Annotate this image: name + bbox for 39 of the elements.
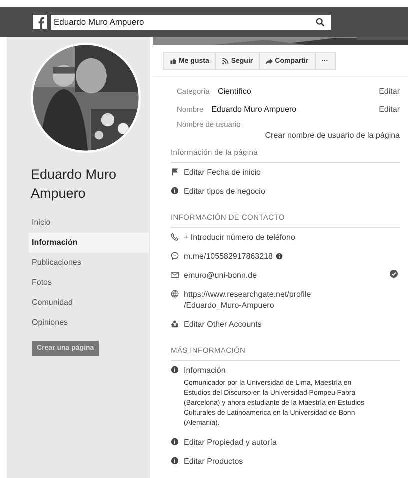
edit-link[interactable]: Editar	[379, 104, 400, 114]
rss-icon	[222, 58, 230, 64]
info-icon	[171, 438, 179, 446]
info-text[interactable]: https://www.researchgate.net/profile /Eduardo_Muro-Ampuero	[184, 289, 312, 311]
page-name: Eduardo Muro Ampuero	[31, 166, 118, 203]
globe-icon	[171, 290, 179, 298]
flag-icon	[171, 168, 179, 176]
info-text: Editar tipos de negocio	[184, 186, 266, 197]
info-text[interactable]: emuro@uni-bonn.de	[184, 270, 258, 281]
phone-icon	[171, 233, 179, 241]
nav-item[interactable]: Publicaciones	[29, 253, 149, 273]
info-text: Editar Fecha de inicio	[184, 167, 261, 178]
nav-item[interactable]: Opiniones	[29, 313, 149, 333]
nav-item[interactable]: Fotos	[29, 273, 149, 293]
nav-item[interactable]: Información	[29, 233, 149, 253]
info-text: Editar Propiedad y autoría	[184, 437, 277, 448]
field-value: Eduardo Muro Ampuero	[212, 104, 298, 114]
info-icon	[171, 366, 179, 374]
info-icon	[171, 187, 179, 195]
info-text: + Introducir número de teléfono	[184, 232, 296, 243]
info-text[interactable]: m.me/105582917863218	[184, 251, 273, 262]
messenger-icon	[171, 252, 179, 260]
edit-link[interactable]: Editar	[379, 86, 400, 96]
thumbs-up-icon	[170, 58, 177, 64]
create-username-link[interactable]: Crear nombre de usuario de la página	[265, 131, 400, 140]
info-text: Editar Other Accounts	[184, 319, 262, 330]
search-field[interactable]: Eduardo Muro Ampuero	[51, 14, 331, 30]
people-icon	[171, 320, 179, 328]
mail-icon	[171, 271, 179, 279]
info-icon	[171, 457, 179, 465]
nav-item[interactable]: Inicio	[29, 213, 149, 233]
share-icon	[266, 58, 274, 64]
info-text: Editar Productos	[184, 456, 244, 467]
search-icon[interactable]	[316, 18, 325, 26]
field-value: Científico	[218, 86, 252, 96]
nav-item[interactable]: Comunidad	[29, 293, 149, 313]
info-text: Información	[184, 365, 226, 376]
logo-icon[interactable]	[33, 15, 47, 29]
info-icon[interactable]	[276, 253, 283, 260]
